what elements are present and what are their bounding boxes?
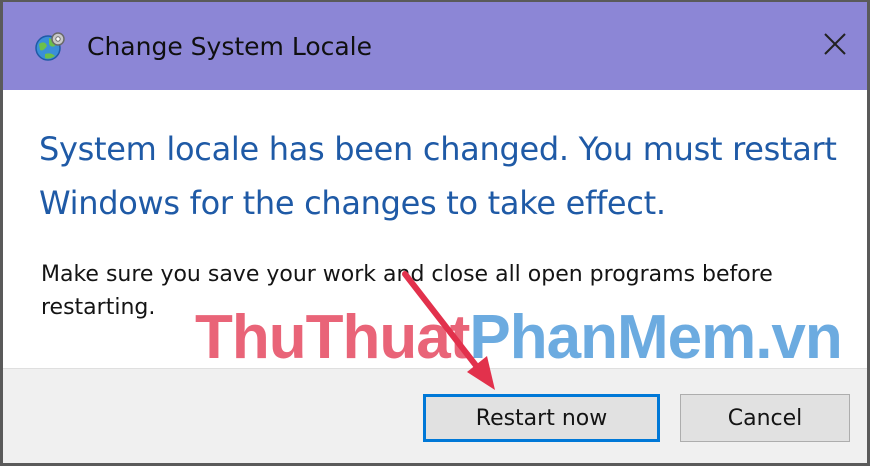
cancel-button[interactable]: Cancel <box>680 394 850 442</box>
dialog-title: Change System Locale <box>87 32 373 61</box>
change-system-locale-dialog: Change System Locale System locale has b… <box>0 0 870 466</box>
restart-now-button[interactable]: Restart now <box>423 394 660 442</box>
main-instruction: System locale has been changed. You must… <box>39 130 837 222</box>
dialog-footer: Restart now Cancel <box>3 368 867 463</box>
supplementary-text: Make sure you save your work and close a… <box>41 262 773 320</box>
close-button[interactable] <box>807 16 863 72</box>
globe-gear-icon <box>35 32 65 61</box>
dialog-content: System locale has been changed. You must… <box>3 90 867 368</box>
close-icon <box>824 33 846 55</box>
title-bar: Change System Locale <box>3 2 867 90</box>
